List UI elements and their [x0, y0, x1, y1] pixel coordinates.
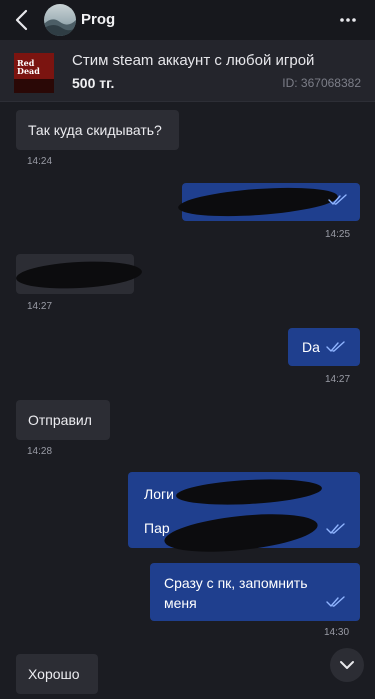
redaction-scribble [177, 183, 339, 221]
message-time: 14:28 [27, 446, 53, 457]
message-text-line1: Сразу с пк, запомнить [164, 575, 308, 591]
product-thumbnail: Red Dead [14, 53, 54, 93]
message-incoming[interactable]: Хорошо [16, 654, 98, 694]
product-price: 500 тг. [72, 75, 115, 91]
message-text: Хорошо [28, 666, 80, 682]
message-time: 14:30 [324, 627, 350, 638]
message-text: Da [302, 339, 320, 355]
redaction-scribble [175, 476, 323, 508]
read-checks-icon [326, 341, 345, 352]
message-text: Отправил [28, 412, 92, 428]
scroll-to-bottom-button[interactable] [330, 648, 364, 682]
thumbnail-logo-text: Red Dead [17, 58, 40, 76]
message-line-password: Пар [144, 520, 170, 536]
message-incoming[interactable]: Так куда скидывать? [16, 110, 179, 150]
chevron-down-icon [340, 661, 354, 669]
product-id: ID: 367068382 [282, 76, 361, 90]
message-outgoing[interactable]: Da [288, 328, 360, 366]
message-outgoing-redacted[interactable]: Логи Пар [128, 472, 360, 558]
redaction-scribble [162, 508, 320, 558]
avatar[interactable] [44, 4, 76, 36]
more-menu-icon[interactable] [337, 10, 359, 30]
message-time: 14:25 [325, 229, 351, 240]
read-checks-icon [326, 596, 345, 607]
message-time: 14:24 [27, 156, 53, 167]
product-title: Стим steam аккаунт с любой игрой [72, 52, 315, 69]
message-incoming-redacted[interactable] [15, 254, 143, 294]
read-checks-icon [330, 0, 350, 12]
message-time: 14:27 [27, 301, 53, 312]
redaction-scribble [15, 258, 143, 292]
message-line-login: Логи [144, 486, 174, 502]
message-time: 14:27 [325, 374, 351, 385]
message-text-line2: меня [164, 595, 197, 611]
back-arrow-icon[interactable] [12, 8, 32, 32]
message-text: Так куда скидывать? [28, 122, 162, 138]
read-checks-icon [326, 523, 345, 534]
message-outgoing[interactable]: Сразу с пк, запомнить меня [150, 563, 360, 621]
product-card[interactable]: Red Dead Стим steam аккаунт с любой игро… [0, 40, 375, 102]
chat-header: Prog [0, 0, 375, 40]
chat-name[interactable]: Prog [81, 11, 115, 28]
message-incoming[interactable]: Отправил [16, 400, 110, 440]
read-checks-icon [328, 194, 347, 205]
